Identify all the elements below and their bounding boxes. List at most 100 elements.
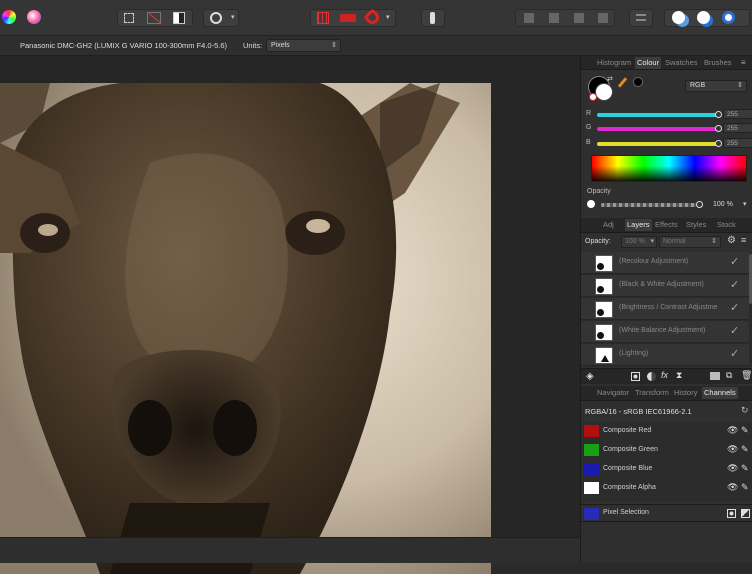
guides-icon[interactable] <box>340 14 356 22</box>
channel-row[interactable]: Composite Blue 👁 ✎ <box>581 460 752 479</box>
blue-value[interactable]: 255 <box>723 138 752 148</box>
slider-label-g: G <box>586 124 592 131</box>
edit-icon[interactable]: ✎ <box>741 425 749 435</box>
layer-opacity-field[interactable]: 100 % ▾ <box>621 236 657 248</box>
channel-row[interactable]: Composite Alpha 👁 ✎ <box>581 479 752 498</box>
tab-brushes[interactable]: Brushes <box>704 58 732 67</box>
slash-select-icon[interactable] <box>147 12 162 25</box>
layer-row[interactable]: (Recolour Adjustment) ✓ <box>581 252 749 274</box>
layer-opacity-label: Opacity: <box>585 238 611 245</box>
green-value[interactable]: 255 <box>723 123 752 133</box>
quick-mask-icon[interactable] <box>210 12 222 24</box>
eye-icon[interactable]: 👁 <box>727 444 738 454</box>
opacity-value[interactable]: 100 % <box>711 199 741 210</box>
tab-channels[interactable]: Channels <box>702 387 738 399</box>
layer-name: (Lighting) <box>619 350 649 357</box>
giraffe-photo[interactable] <box>0 83 491 574</box>
blend-mode-dropdown[interactable]: Normal ⇕ <box>659 236 721 248</box>
eyedropper-icon[interactable] <box>617 77 628 88</box>
chevron-down-icon[interactable]: ▾ <box>743 200 747 208</box>
visibility-check-icon[interactable]: ✓ <box>730 301 739 314</box>
trash-icon[interactable]: 🗑 <box>741 370 752 381</box>
pixel-selection-swatch <box>584 508 599 520</box>
edit-icon[interactable]: ✎ <box>741 444 749 454</box>
units-dropdown[interactable]: Pixels ⇕ <box>266 39 341 52</box>
opacity-slider-knob[interactable] <box>696 201 703 208</box>
tab-effects[interactable]: Effects <box>655 220 678 229</box>
colour-mode-dropdown[interactable]: RGB ⇕ <box>685 80 747 92</box>
tab-styles[interactable]: Styles <box>686 220 706 229</box>
layer-row[interactable]: (White Balance Adjustment) ✓ <box>581 321 749 343</box>
document-canvas[interactable] <box>0 56 580 574</box>
panel-menu-icon[interactable]: ≡ <box>741 58 746 67</box>
channel-row[interactable]: Composite Red 👁 ✎ <box>581 422 752 441</box>
arrange-forward-icon[interactable] <box>574 13 584 23</box>
blue-slider[interactable] <box>597 142 719 146</box>
green-slider-knob[interactable] <box>715 125 722 132</box>
tone-wheel-icon[interactable] <box>27 10 41 24</box>
layer-row[interactable]: (Black & White Adjustment) ✓ <box>581 275 749 297</box>
picked-colour-swatch[interactable] <box>633 77 643 87</box>
pixel-selection-row[interactable]: Pixel Selection <box>581 504 752 522</box>
edit-icon[interactable]: ✎ <box>741 463 749 473</box>
arrange-backward-icon[interactable] <box>549 13 559 23</box>
tab-colour[interactable]: Colour <box>635 57 662 69</box>
load-selection-icon[interactable] <box>741 509 750 518</box>
grid-snap-icon[interactable] <box>317 12 329 24</box>
channel-row[interactable]: Composite Green 👁 ✎ <box>581 441 752 460</box>
add-layer-icon[interactable]: ⧉ <box>726 370 732 381</box>
refresh-icon[interactable]: ↻ <box>741 405 749 416</box>
visibility-check-icon[interactable]: ✓ <box>730 347 739 360</box>
tab-navigator[interactable]: Navigator <box>597 388 629 397</box>
eye-icon[interactable]: 👁 <box>727 482 738 492</box>
fx-icon[interactable]: fx <box>661 370 668 380</box>
intersect-shapes-icon[interactable] <box>722 11 735 24</box>
layer-name: (Black & White Adjustment) <box>619 281 704 288</box>
visibility-check-icon[interactable]: ✓ <box>730 324 739 337</box>
mask-icon[interactable] <box>727 509 736 518</box>
mask-select-icon[interactable] <box>173 12 185 24</box>
live-filter-icon[interactable]: ⧗ <box>676 370 682 381</box>
panel-menu-icon[interactable]: ≡ <box>741 235 746 245</box>
eye-icon[interactable]: 👁 <box>727 463 738 473</box>
swap-icon[interactable]: ⇄ <box>607 75 613 83</box>
visibility-check-icon[interactable]: ✓ <box>730 255 739 268</box>
eye-icon[interactable]: 👁 <box>727 425 738 435</box>
colour-spectrum[interactable] <box>591 155 747 182</box>
chevron-down-icon[interactable]: ▾ <box>386 13 390 21</box>
tab-adjustments[interactable]: Adj <box>603 220 614 229</box>
red-slider[interactable] <box>597 113 719 117</box>
layers-stack-icon[interactable]: ◈ <box>586 371 594 382</box>
chevron-down-icon[interactable]: ▾ <box>231 13 235 21</box>
tab-swatches[interactable]: Swatches <box>665 58 698 67</box>
arrange-front-icon[interactable] <box>598 13 608 23</box>
marquee-select-icon[interactable] <box>124 13 134 23</box>
arrange-back-icon[interactable] <box>524 13 534 23</box>
colour-wheel-icon[interactable] <box>2 10 16 24</box>
adjustment-thumbnail-icon <box>595 255 613 272</box>
blue-slider-knob[interactable] <box>715 140 722 147</box>
green-slider[interactable] <box>597 127 719 131</box>
add-shapes-icon[interactable] <box>672 11 685 24</box>
layer-row[interactable]: (Lighting) ✓ <box>581 344 749 366</box>
no-colour-icon[interactable] <box>589 93 597 101</box>
red-slider-knob[interactable] <box>715 111 722 118</box>
red-value[interactable]: 255 <box>723 109 752 119</box>
visibility-check-icon[interactable]: ✓ <box>730 278 739 291</box>
edit-icon[interactable]: ✎ <box>741 482 749 492</box>
adjustment-icon[interactable] <box>647 372 656 381</box>
layer-row[interactable]: (Brightness / Contrast Adjustme ✓ <box>581 298 749 320</box>
tab-stock[interactable]: Stock <box>717 220 736 229</box>
opacity-slider[interactable] <box>601 203 697 207</box>
folder-icon[interactable] <box>710 372 720 380</box>
tab-layers[interactable]: Layers <box>625 219 652 231</box>
tab-transform[interactable]: Transform <box>635 388 669 397</box>
tab-history[interactable]: History <box>674 388 697 397</box>
tab-histogram[interactable]: Histogram <box>597 58 631 67</box>
mask-layer-icon[interactable] <box>631 372 640 381</box>
subtract-shapes-icon[interactable] <box>697 11 710 24</box>
camera-info: Panasonic DMC-GH2 (LUMIX G VARIO 100-300… <box>20 41 228 50</box>
gear-icon[interactable]: ⚙ <box>727 235 736 246</box>
units-label: Units: <box>243 41 263 50</box>
stroke-swatch[interactable] <box>595 83 613 101</box>
